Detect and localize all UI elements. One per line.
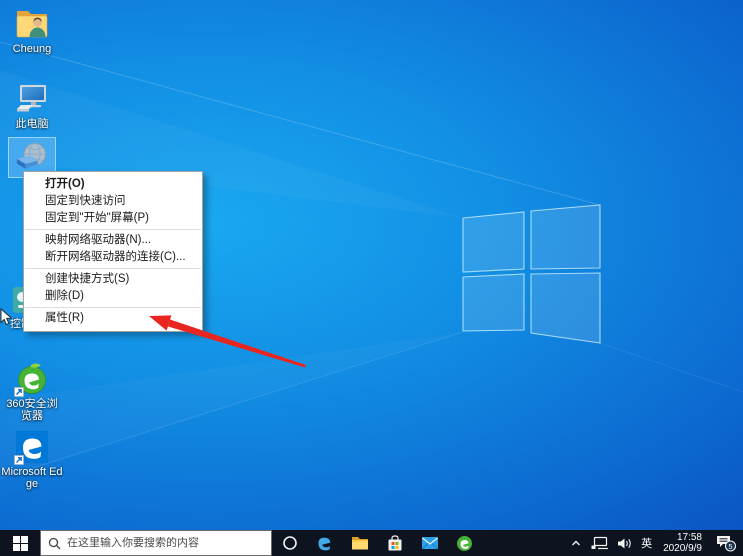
context-menu: 打开(O) 固定到快速访问 固定到"开始"屏幕(P) 映射网络驱动器(N)...… [23,171,203,332]
edge-icon [15,430,49,464]
desktop-icon-user-folder[interactable]: Cheung [0,7,64,55]
desktop-icon-360-browser[interactable]: 360安全浏览器 [0,362,64,422]
notification-count-badge: 5 [728,542,732,551]
menu-item-create-shortcut[interactable]: 创建快捷方式(S) [24,271,202,288]
360-browser-icon [15,362,49,396]
speaker-icon [617,537,632,550]
tray-show-hidden-icons-button[interactable] [570,530,582,556]
network-ethernet-icon [591,536,608,550]
clock-time: 17:58 [663,532,702,543]
search-icon [48,537,61,550]
menu-separator [25,229,201,230]
shortcut-arrow-badge [14,387,24,397]
desktop-icon-label: Microsoft Edge [1,466,63,490]
shortcut-arrow-badge [14,455,24,465]
menu-item-delete[interactable]: 删除(D) [24,288,202,305]
menu-separator [25,268,201,269]
desktop-icon-edge[interactable]: Microsoft Edge [0,430,64,490]
menu-item-pin-to-start[interactable]: 固定到"开始"屏幕(P) [24,210,202,227]
menu-item-disconnect-network-drive[interactable]: 断开网络驱动器的连接(C)... [24,249,202,266]
tray-ime-indicator[interactable]: 英 [641,530,652,556]
menu-item-properties[interactable]: 属性(R) [24,310,202,327]
desktop: Cheung 此电脑 [0,0,743,530]
taskbar-edge-button[interactable] [307,530,342,556]
taskbar: 英 17:58 2020/9/9 5 [0,530,743,556]
user-folder-icon [15,7,49,41]
tray-clock[interactable]: 17:58 2020/9/9 [661,532,704,554]
microsoft-store-icon [387,535,403,552]
mail-button[interactable] [412,530,447,556]
file-explorer-button[interactable] [342,530,377,556]
cortana-icon [282,535,298,551]
network-icon [15,140,49,174]
this-pc-icon [15,82,49,116]
search-input[interactable] [67,537,264,549]
taskbar-search-box[interactable] [40,530,272,556]
360-browser-icon [456,535,473,552]
tray-volume-button[interactable] [617,530,632,556]
desktop-icon-label: 此电脑 [16,118,49,130]
cortana-button[interactable] [272,530,307,556]
clock-date: 2020/9/9 [663,543,702,554]
chevron-up-icon [570,537,582,549]
desktop-icon-this-pc[interactable]: 此电脑 [0,82,64,130]
menu-separator [25,307,201,308]
desktop-icon-label: 360安全浏览器 [1,398,63,422]
menu-item-map-network-drive[interactable]: 映射网络驱动器(N)... [24,232,202,249]
microsoft-store-button[interactable] [377,530,412,556]
desktop-icon-label: Cheung [13,43,52,55]
mail-icon [421,536,439,550]
desktop-icon-network[interactable] [0,140,64,174]
start-button[interactable] [0,530,40,556]
windows-logo-icon [13,536,28,551]
action-center-button[interactable]: 5 [713,530,739,556]
taskbar-360-browser-button[interactable] [447,530,482,556]
edge-icon [316,534,334,552]
notification-icon: 5 [715,533,737,553]
tray-network-button[interactable] [591,530,608,556]
menu-item-open[interactable]: 打开(O) [24,176,202,193]
file-explorer-icon [351,535,369,551]
menu-item-pin-to-quick-access[interactable]: 固定到快速访问 [24,193,202,210]
system-tray: 英 17:58 2020/9/9 5 [570,530,743,556]
